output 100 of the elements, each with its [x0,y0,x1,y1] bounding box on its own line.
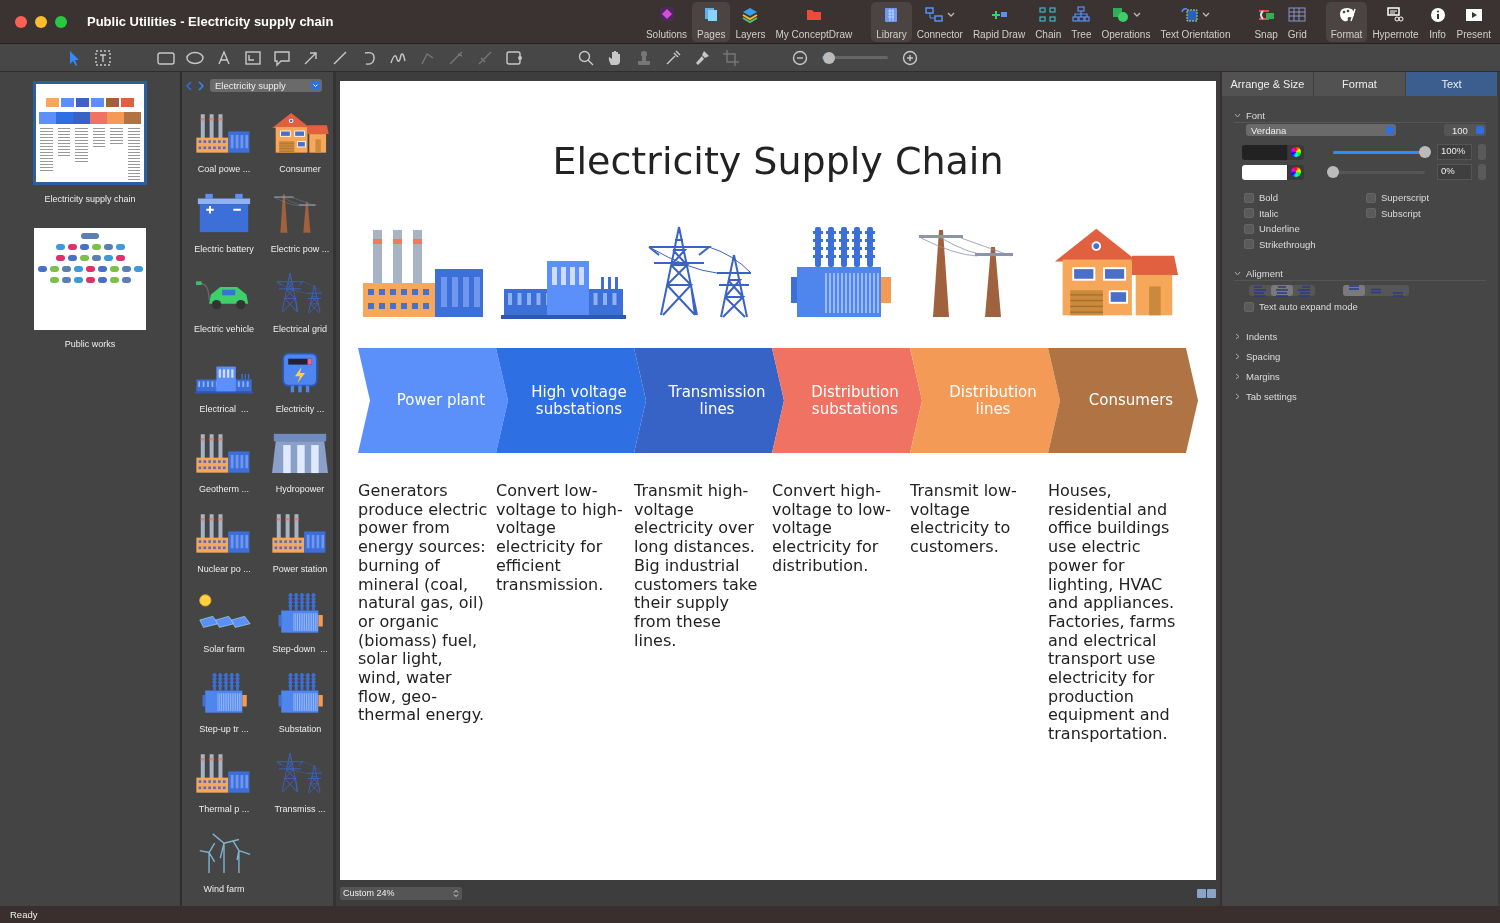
library-item-label[interactable]: Consumer [279,164,321,174]
page-thumbnail[interactable] [34,228,146,330]
section-header[interactable]: Indents [1246,330,1278,342]
format-button[interactable]: Format [1325,1,1368,42]
checkbox[interactable] [1244,239,1254,250]
library-dropdown[interactable]: Electricity supply [210,79,322,92]
text-box-icon[interactable] [94,48,112,67]
solutions-button[interactable]: Solutions [640,1,693,42]
library-item-label[interactable]: Geotherm ... [199,484,249,494]
stage-description: Transmit low-voltage electricity to customers. [910,482,1018,559]
section-header[interactable]: Font [1246,110,1265,121]
chevron-right-icon[interactable] [1234,332,1241,340]
font-size-field[interactable]: 100 [1444,124,1486,136]
text-orientation-button[interactable]: Text Orientation [1155,1,1236,42]
callout-icon[interactable] [273,48,291,67]
percent-field[interactable]: 0% [1437,164,1472,180]
stage-description: Convert low-voltage to high-voltage electricity for efficient transmission. [496,482,624,596]
text-frame-icon [1180,5,1199,24]
shape-edit-icon[interactable] [505,48,523,67]
forward-icon[interactable] [198,80,204,91]
checkbox-label: Underline [1259,223,1300,235]
font-dropdown[interactable]: Verdana [1246,124,1396,136]
library-item-label[interactable]: Electricity ... [275,404,325,414]
checkbox[interactable] [1244,223,1254,234]
chevron-right-icon[interactable] [1234,392,1241,400]
section-header[interactable]: Aligment [1246,268,1283,279]
chevron-right-icon[interactable] [1234,352,1241,360]
zoom-dropdown[interactable]: Custom 24% [340,886,462,900]
present-button[interactable]: Present [1451,1,1496,42]
pages-button[interactable]: Pages [692,1,731,42]
zoom-button[interactable] [55,15,67,28]
library-item-label[interactable]: Electric battery [194,244,254,254]
zoom-out-icon[interactable] [792,49,808,66]
layers-button[interactable]: Layers [730,1,771,42]
library-item-label[interactable]: Transmiss ... [274,804,326,814]
checkbox[interactable] [1366,192,1376,203]
panel-tab[interactable]: Format [1314,72,1406,96]
library-item-label[interactable]: Solar farm [203,644,245,654]
checkbox-label: Superscript [1381,192,1430,204]
grid-icon [1288,5,1307,24]
stage-description: Houses, residential and office buildings use electric power for lighting, HVAC and appliances. Factories, farms and electrical transport use electricity for production equipment and transportation. [1048,482,1177,744]
chevron-right-icon[interactable] [1234,372,1241,380]
chain-button[interactable]: Chain [1030,1,1067,42]
checkbox[interactable] [1366,208,1376,219]
panel-tab[interactable]: Text [1406,72,1498,96]
hypernote-button[interactable]: Hypernote [1367,1,1424,42]
grid-button[interactable]: Grid [1282,1,1312,42]
minimize-button[interactable] [35,15,47,28]
tree-icon [1072,5,1091,24]
close-button[interactable] [15,15,27,28]
rapid-draw-button[interactable]: Rapid Draw [967,1,1031,42]
library-item-label[interactable]: Nuclear po ... [197,564,251,574]
percent-field[interactable]: 100% [1437,144,1472,160]
library-item-label[interactable]: Electrical ... [199,404,249,414]
text-frame-icon[interactable] [244,48,262,67]
section-header[interactable]: Tab settings [1246,390,1297,402]
snap-button[interactable]: Snap [1249,1,1283,42]
stepper-arrows-icon[interactable] [453,888,459,898]
library-item-label[interactable]: Hydropower [275,484,325,494]
building-icon[interactable] [195,366,253,394]
connector-button[interactable]: Connector [911,1,968,42]
checkbox[interactable] [1244,208,1254,219]
library-button[interactable]: Library [871,1,912,42]
background-color-dropdown[interactable] [1242,164,1304,180]
section-header[interactable]: Spacing [1246,350,1281,362]
text-tool-icon[interactable] [215,48,233,67]
note-icon [1386,5,1405,24]
library-item-label[interactable]: Step-down ... [272,644,328,654]
library-item-label[interactable]: Electric pow ... [270,244,330,254]
page-thumbnail[interactable] [33,81,147,185]
checkbox-label: Subscript [1381,207,1421,219]
checkbox[interactable] [1244,301,1254,312]
text-color-dropdown[interactable] [1242,144,1304,160]
library-item-label[interactable]: Electric vehicle [194,324,254,334]
zoom-in-icon[interactable] [902,49,918,66]
library-item-label[interactable]: Substation [278,724,322,734]
stage-description: Transmit high-voltage electricity over long distances. Big industrial customers take their supply from these lines. [634,482,759,652]
palette-icon [1337,5,1356,24]
section-header[interactable]: Margins [1246,370,1280,382]
library-item-label[interactable]: Power station [272,564,328,574]
checkbox[interactable] [1244,192,1254,203]
library-item-label[interactable]: Thermal p ... [198,804,250,814]
dam-icon[interactable] [271,432,329,474]
house-icon[interactable] [271,112,329,154]
shapes-icon [1110,5,1129,24]
search-icon[interactable] [577,48,595,67]
page-label: Electricity supply chain [44,194,136,204]
library-item-label[interactable]: Electrical grid [273,324,327,334]
brush-icon[interactable] [693,48,711,67]
info-button[interactable]: Info [1423,1,1452,42]
library-item-label[interactable]: Coal powe ... [197,164,251,174]
my-conceptdraw-button[interactable]: My ConceptDraw [770,1,858,42]
info-icon [1428,5,1447,24]
eyedropper-icon[interactable] [664,48,682,67]
library-item-label[interactable]: Wind farm [203,884,245,894]
panel-tab[interactable]: Arrange & Size [1222,72,1314,96]
library-item-label[interactable]: Step-up tr ... [199,724,249,734]
battery-icon[interactable] [195,192,253,234]
operations-button[interactable]: Operations [1096,1,1156,42]
tree-button[interactable]: Tree [1066,1,1097,42]
